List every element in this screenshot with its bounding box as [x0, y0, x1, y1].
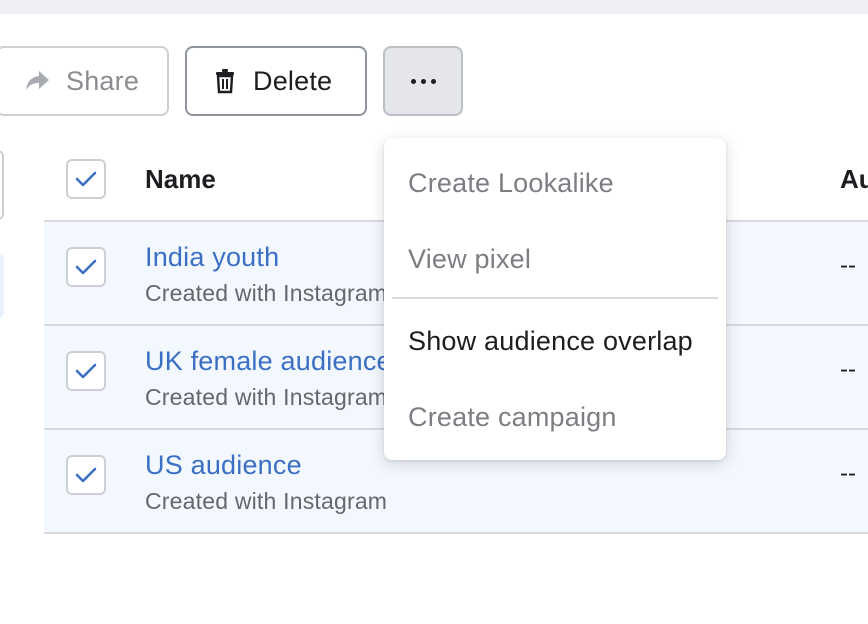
checkmark-icon	[75, 259, 97, 275]
select-all-checkbox[interactable]	[66, 159, 106, 199]
row-checkbox[interactable]	[66, 351, 106, 391]
column-header-name[interactable]: Name	[145, 164, 216, 195]
more-options-button[interactable]	[383, 46, 463, 116]
row-checkbox[interactable]	[66, 455, 106, 495]
checkmark-icon	[75, 363, 97, 379]
audience-source: Created with Instagram	[145, 488, 388, 514]
left-panel-selected-edge	[0, 254, 4, 318]
menu-item-show-audience-overlap[interactable]: Show audience overlap	[408, 326, 693, 357]
audience-name-link[interactable]: US audience	[145, 450, 302, 481]
audience-source: Created with Instagram	[145, 384, 388, 410]
top-strip	[0, 0, 868, 14]
audience-source: Created with Instagram	[145, 280, 388, 306]
checkmark-icon	[75, 171, 97, 187]
trash-icon	[211, 67, 239, 95]
audience-name-link[interactable]: UK female audience	[145, 346, 392, 377]
audience-value: --	[840, 356, 856, 383]
ellipsis-icon	[410, 78, 436, 84]
audience-value: --	[840, 460, 856, 487]
menu-item-create-lookalike[interactable]: Create Lookalike	[408, 168, 614, 199]
audience-name-link[interactable]: India youth	[145, 242, 279, 273]
left-panel-edge	[0, 150, 4, 220]
menu-item-view-pixel[interactable]: View pixel	[408, 244, 531, 275]
delete-button-label: Delete	[253, 65, 333, 96]
more-options-menu: Create Lookalike View pixel Show audienc…	[384, 138, 726, 460]
row-checkbox[interactable]	[66, 247, 106, 287]
share-arrow-icon	[24, 67, 52, 95]
share-button-label: Share	[66, 65, 140, 96]
column-header-audience[interactable]: Au	[840, 164, 868, 195]
checkmark-icon	[75, 467, 97, 483]
delete-button[interactable]: Delete	[185, 46, 367, 116]
menu-divider	[392, 297, 718, 299]
share-button[interactable]: Share	[0, 46, 169, 116]
menu-item-create-campaign[interactable]: Create campaign	[408, 402, 617, 433]
audience-value: --	[840, 252, 856, 279]
